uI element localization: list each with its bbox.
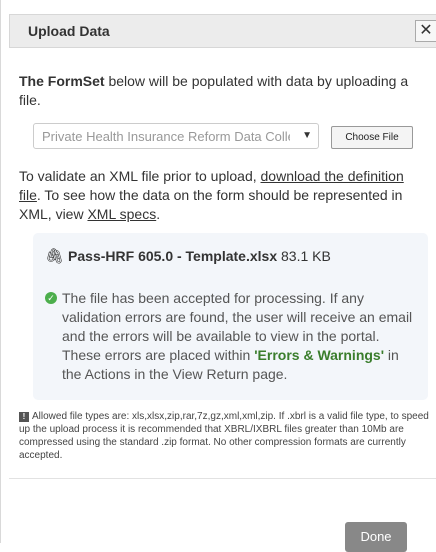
- file-types-notice: ! Allowed file types are: xls,xlsx,zip,ra…: [19, 410, 429, 462]
- uploaded-file-row: 🖇 Pass-HRF 605.0 - Template.xlsx 83.1 KB: [45, 247, 331, 265]
- validate-part1: To validate an XML file prior to upload,: [19, 168, 261, 184]
- upload-result-panel: 🖇 Pass-HRF 605.0 - Template.xlsx 83.1 KB …: [33, 233, 428, 400]
- formset-select-value: Private Health Insurance Reform Data Col…: [42, 129, 290, 144]
- close-icon: ✕: [419, 22, 433, 39]
- success-message-text: The file has been accepted for processin…: [45, 289, 417, 384]
- validate-part3: .: [156, 206, 161, 222]
- formset-label: The FormSet: [19, 73, 105, 89]
- upload-data-dialog: Upload Data ✕ The FormSet below will be …: [0, 0, 436, 552]
- validate-text: To validate an XML file prior to upload,…: [19, 167, 424, 224]
- dialog-title: Upload Data: [28, 23, 110, 39]
- footer-divider: [9, 478, 436, 479]
- formset-select[interactable]: Private Health Insurance Reform Data Col…: [33, 123, 319, 149]
- intro-text: The FormSet below will be populated with…: [19, 72, 429, 110]
- check-circle-icon: ✓: [45, 292, 57, 304]
- choose-file-button[interactable]: Choose File: [331, 126, 413, 149]
- errors-warnings-highlight: 'Errors & Warnings': [254, 347, 385, 363]
- success-message: ✓ The file has been accepted for process…: [45, 289, 417, 384]
- chevron-down-icon: ▼: [302, 130, 312, 141]
- close-button[interactable]: ✕: [415, 20, 436, 42]
- done-button[interactable]: Done: [345, 522, 407, 552]
- dialog-titlebar: Upload Data ✕: [9, 14, 436, 48]
- uploaded-file-size: 83.1 KB: [281, 248, 331, 264]
- xml-specs-link[interactable]: XML specs: [87, 206, 156, 222]
- uploaded-file-name: Pass-HRF 605.0 - Template.xlsx: [68, 248, 278, 264]
- paperclip-icon: 🖇: [45, 248, 65, 265]
- exclamation-icon: !: [19, 412, 29, 422]
- notice-text: Allowed file types are: xls,xlsx,zip,rar…: [19, 411, 429, 461]
- validate-part2: . To see how the data on the form should…: [19, 187, 403, 222]
